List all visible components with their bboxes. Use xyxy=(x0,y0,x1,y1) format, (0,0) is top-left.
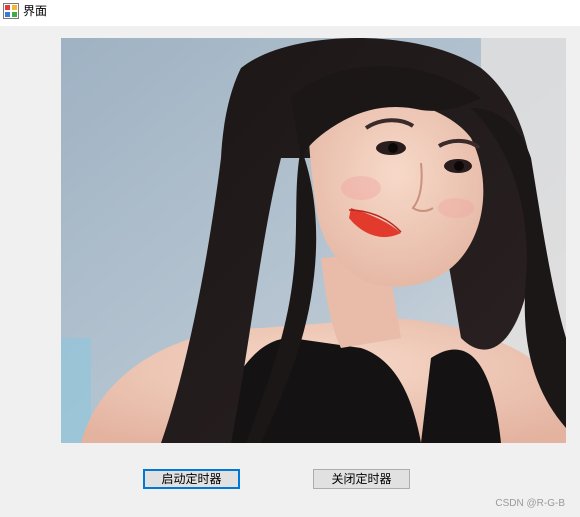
watermark: CSDN @R-G-B xyxy=(495,498,565,509)
picture-box xyxy=(61,38,566,443)
stop-timer-button[interactable]: 关闭定时器 xyxy=(313,469,410,489)
form-client-area: 启动定时器 关闭定时器 CSDN @R-G-B xyxy=(0,26,580,517)
title-bar: 界面 xyxy=(0,0,580,24)
app-icon xyxy=(3,3,19,19)
portrait-photo xyxy=(61,38,566,443)
window-title: 界面 xyxy=(23,4,48,18)
start-timer-button[interactable]: 启动定时器 xyxy=(143,469,240,489)
